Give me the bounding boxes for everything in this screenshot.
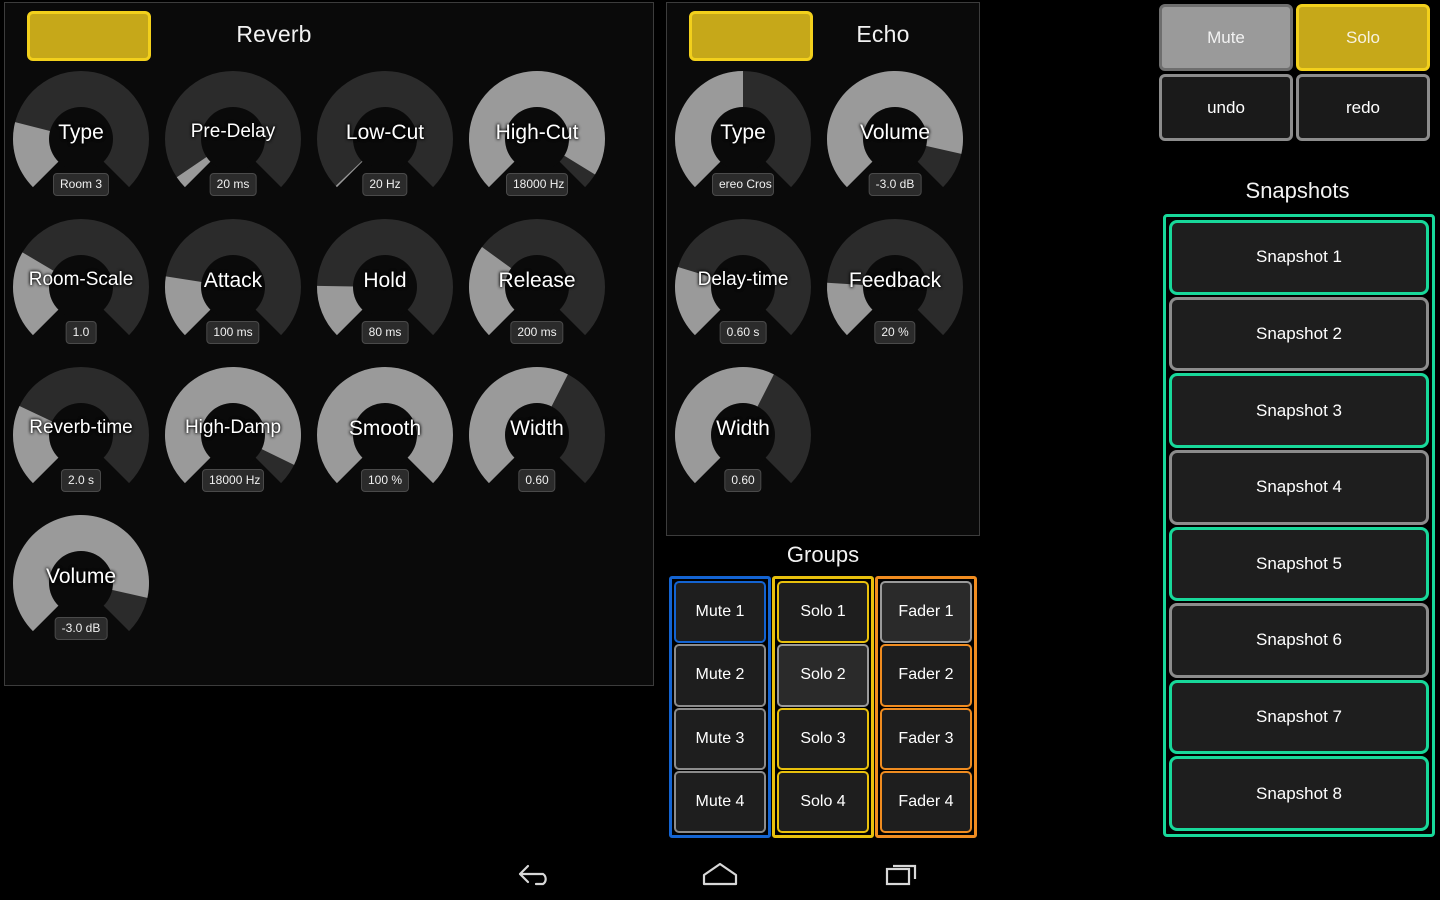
knob-type[interactable]: Type Room 3 [5, 65, 157, 213]
knob-low-cut[interactable]: Low-Cut 20 Hz [309, 65, 461, 213]
knob-value: 200 ms [510, 321, 564, 344]
right-panel: Mute Solo undo redo Snapshots Snapshot 1… [1155, 0, 1440, 848]
knob-value: 2.0 s [60, 469, 102, 492]
echo-bypass-button[interactable] [689, 11, 813, 61]
snapshot-button-snapshot-1[interactable]: Snapshot 1 [1169, 220, 1429, 295]
echo-knob-grid: Type ereo Cros Volume -3.0 dB Delay-time 0.60… [667, 65, 979, 509]
reverb-knob-grid: Type Room 3 Pre-Delay 20 ms Low-Cut 20 Hz High… [5, 65, 653, 657]
global-mute-button[interactable]: Mute [1159, 4, 1293, 71]
knob-attack[interactable]: Attack 100 ms [157, 213, 309, 361]
reverb-panel: Reverb Type Room 3 Pre-Delay 20 ms Low-Cut 20… [4, 2, 654, 686]
global-buttons: Mute Solo undo redo [1155, 4, 1440, 141]
snapshot-button-snapshot-7[interactable]: Snapshot 7 [1169, 679, 1429, 755]
group-button-fader-2[interactable]: Fader 2 [880, 644, 972, 707]
knob-value: 20 Hz [362, 173, 408, 196]
group-button-fader-4[interactable]: Fader 4 [880, 770, 972, 833]
groups-section: Groups Mute 1 Mute 2 Mute 3 Mute 4 Solo 1 Sol… [666, 540, 980, 840]
undo-button[interactable]: undo [1159, 74, 1293, 141]
snapshot-button-snapshot-6[interactable]: Snapshot 6 [1169, 603, 1429, 678]
knob-hold[interactable]: Hold 80 ms [309, 213, 461, 361]
group-button-mute-1[interactable]: Mute 1 [674, 581, 766, 644]
android-navbar [0, 848, 1440, 900]
group-button-solo-2[interactable]: Solo 2 [777, 644, 869, 707]
global-solo-button[interactable]: Solo [1296, 4, 1430, 71]
knob-volume[interactable]: Volume -3.0 dB [819, 65, 971, 213]
knob-value: 1.0 [65, 321, 97, 344]
snapshots-title: Snapshots [1245, 178, 1350, 203]
knob-value: 0.60 [724, 469, 762, 492]
knob-value: 18000 Hz [202, 469, 264, 492]
group-column-solo: Solo 1 Solo 2 Solo 3 Solo 4 [772, 576, 874, 838]
knob-feedback[interactable]: Feedback 20 % [819, 213, 971, 361]
knob-smooth[interactable]: Smooth 100 % [309, 361, 461, 509]
snapshot-button-snapshot-4[interactable]: Snapshot 4 [1169, 449, 1429, 525]
knob-value: 80 ms [361, 321, 409, 344]
group-button-mute-2[interactable]: Mute 2 [674, 644, 766, 707]
snapshot-button-snapshot-5[interactable]: Snapshot 5 [1169, 526, 1429, 602]
recents-icon[interactable] [842, 848, 962, 900]
knob-value: 20 ms [209, 173, 257, 196]
snapshot-button-snapshot-2[interactable]: Snapshot 2 [1169, 296, 1429, 372]
app-root: Reverb Type Room 3 Pre-Delay 20 ms Low-Cut 20… [0, 0, 1440, 900]
home-icon[interactable] [660, 848, 780, 900]
group-button-mute-3[interactable]: Mute 3 [674, 707, 766, 770]
echo-title: Echo [856, 21, 910, 47]
back-icon[interactable] [476, 848, 596, 900]
knob-value: 18000 Hz [506, 173, 568, 196]
group-button-fader-3[interactable]: Fader 3 [880, 707, 972, 770]
knob-delay-time[interactable]: Delay-time 0.60 s [667, 213, 819, 361]
knob-release[interactable]: Release 200 ms [461, 213, 613, 361]
knob-volume[interactable]: Volume -3.0 dB [5, 509, 157, 657]
knob-value: 20 % [874, 321, 916, 344]
group-button-mute-4[interactable]: Mute 4 [674, 770, 766, 833]
groups-title: Groups [786, 542, 860, 567]
knob-pre-delay[interactable]: Pre-Delay 20 ms [157, 65, 309, 213]
knob-value: 100 % [360, 469, 410, 492]
knob-value: 100 ms [206, 321, 260, 344]
snapshot-button-snapshot-8[interactable]: Snapshot 8 [1169, 756, 1429, 831]
redo-button[interactable]: redo [1296, 74, 1430, 141]
knob-value: 0.60 [518, 469, 556, 492]
knob-value: -3.0 dB [54, 617, 108, 640]
echo-panel: Echo Type ereo Cros Volume -3.0 dB Delay-tim… [666, 2, 980, 536]
echo-header: Echo [667, 3, 979, 65]
group-button-fader-1[interactable]: Fader 1 [880, 581, 972, 644]
knob-width[interactable]: Width 0.60 [667, 361, 819, 509]
group-column-mute: Mute 1 Mute 2 Mute 3 Mute 4 [669, 576, 771, 838]
reverb-header: Reverb [5, 3, 653, 65]
reverb-title: Reverb [236, 21, 312, 47]
knob-room-scale[interactable]: Room-Scale 1.0 [5, 213, 157, 361]
knob-high-damp[interactable]: High-Damp 18000 Hz [157, 361, 309, 509]
knob-value: -3.0 dB [868, 173, 922, 196]
group-column-fader: Fader 1 Fader 2 Fader 3 Fader 4 [875, 576, 977, 838]
knob-value: Room 3 [52, 173, 110, 196]
knob-type[interactable]: Type ereo Cros [667, 65, 819, 213]
snapshots-list: Snapshot 1 Snapshot 2 Snapshot 3 Snapshot 4… [1163, 214, 1435, 837]
groups-columns: Mute 1 Mute 2 Mute 3 Mute 4 Solo 1 Solo 2 Solo… [669, 576, 977, 838]
snapshot-button-snapshot-3[interactable]: Snapshot 3 [1169, 373, 1429, 448]
knob-high-cut[interactable]: High-Cut 18000 Hz [461, 65, 613, 213]
knob-reverb-time[interactable]: Reverb-time 2.0 s [5, 361, 157, 509]
group-button-solo-1[interactable]: Solo 1 [777, 581, 869, 644]
knob-width[interactable]: Width 0.60 [461, 361, 613, 509]
knob-value: 0.60 s [719, 321, 767, 344]
reverb-bypass-button[interactable] [27, 11, 151, 61]
group-button-solo-4[interactable]: Solo 4 [777, 770, 869, 833]
group-button-solo-3[interactable]: Solo 3 [777, 707, 869, 770]
knob-value: ereo Cros [712, 173, 774, 196]
